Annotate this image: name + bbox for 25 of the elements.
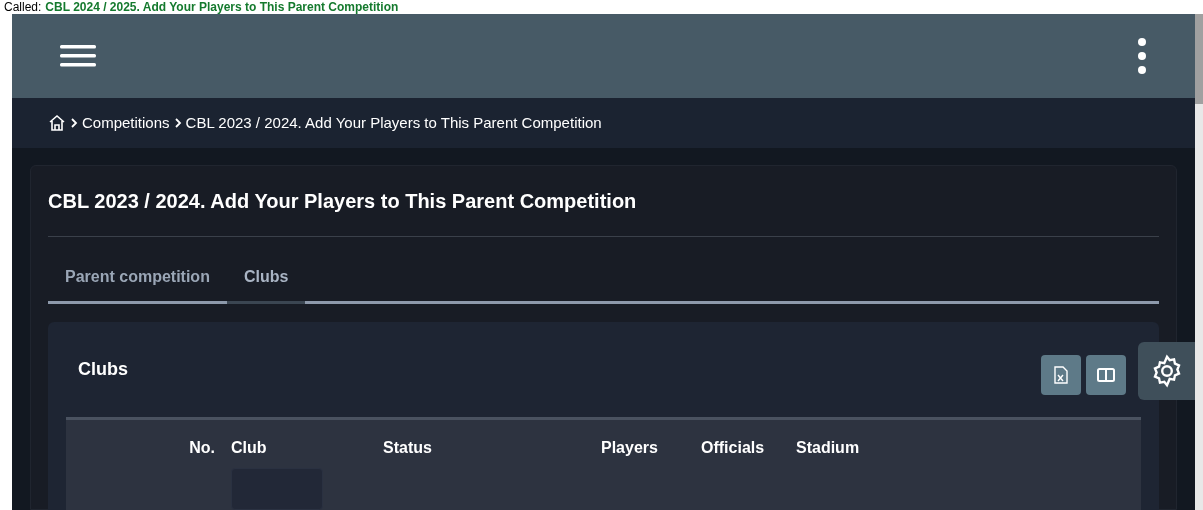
breadcrumb-link[interactable]: CBL 2023 / 2024. Add Your Players to This Parent Competition: [185, 111, 602, 135]
excel-export-button[interactable]: [1041, 354, 1081, 395]
caption-label: Called:: [4, 0, 42, 14]
breadcrumb-link[interactable]: Competitions: [82, 111, 170, 135]
column-header[interactable]: No.: [66, 436, 215, 460]
menu-icon[interactable]: [60, 45, 96, 67]
columns-button[interactable]: [1086, 354, 1126, 395]
spreadsheet-file-icon: [1054, 365, 1068, 384]
tab[interactable]: Clubs: [226, 265, 306, 304]
settings-button[interactable]: [1138, 342, 1195, 400]
chevron-icon: [70, 118, 78, 128]
column-header[interactable]: Players: [601, 436, 701, 460]
column-header[interactable]: Status: [383, 436, 601, 460]
column-header[interactable]: Officials: [701, 436, 796, 460]
column-header[interactable]: Stadium: [796, 436, 916, 460]
column-header[interactable]: Club: [231, 436, 383, 460]
panel-title: Clubs: [77, 358, 128, 381]
tab[interactable]: Parent competition: [48, 265, 227, 304]
page-title: CBL 2023 / 2024. Add Your Players to This Parent Competition: [48, 186, 1159, 237]
more-icon[interactable]: [1137, 38, 1147, 74]
chevron-icon: [173, 118, 182, 128]
caption-title: CBL 2024 / 2025. Add Your Players to This Parent Competition: [45, 0, 399, 14]
home-icon[interactable]: [48, 114, 66, 132]
scrollbar-thumb[interactable]: [1195, 14, 1203, 104]
columns-icon: [1097, 367, 1115, 382]
